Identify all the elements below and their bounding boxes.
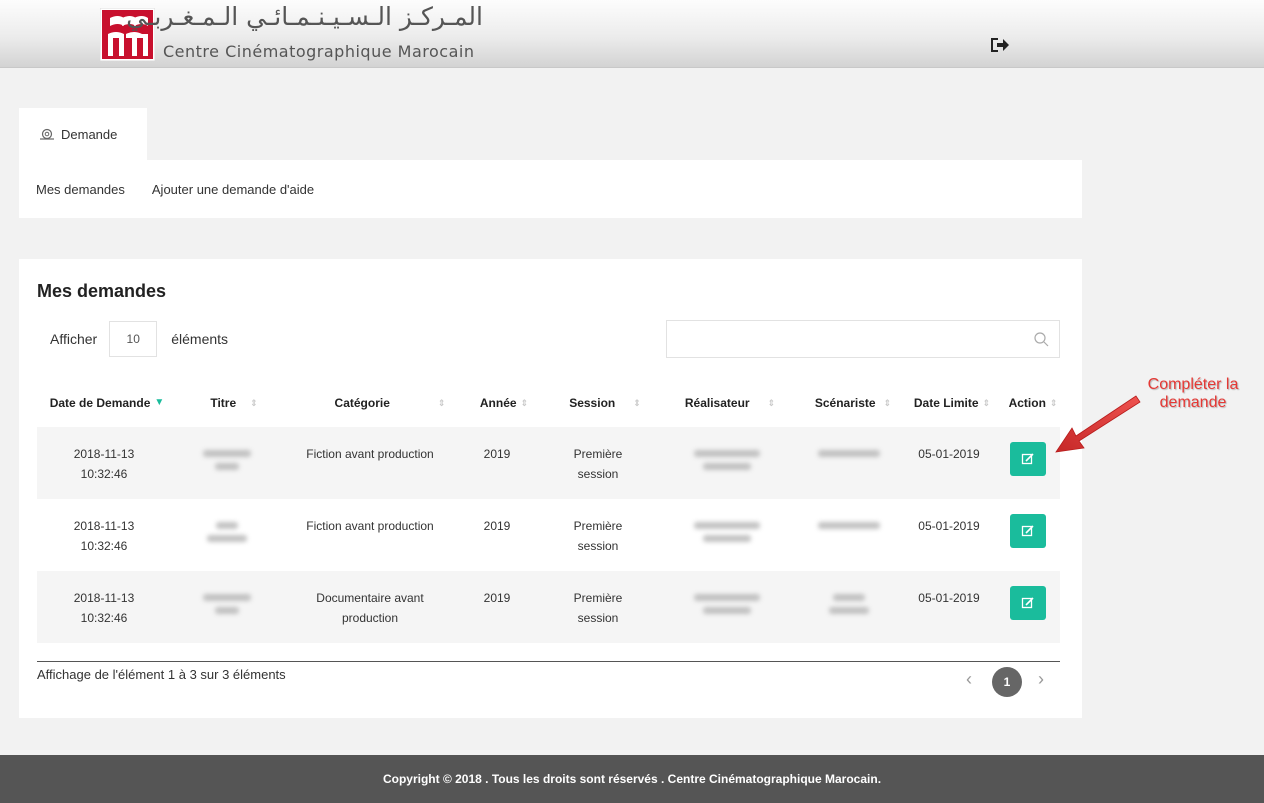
blurred-director — [677, 588, 777, 628]
search-input[interactable] — [666, 320, 1060, 358]
table-divider — [37, 661, 1060, 662]
sort-icon: ⇕ — [883, 397, 892, 408]
edit-request-button[interactable] — [1010, 586, 1046, 620]
annotation-arrow-icon — [1055, 395, 1141, 453]
cell-date: 2018-11-13 10:32:46 — [73, 447, 135, 481]
table-row: 2018-11-13 10:32:46 Fiction avant product… — [37, 499, 1060, 571]
sort-icon: ⇕ — [633, 397, 641, 408]
cell-date: 2018-11-13 10:32:46 — [73, 591, 135, 625]
blurred-director — [677, 516, 777, 556]
table-row: 2018-11-13 10:32:46 Fiction avant product… — [37, 427, 1060, 499]
column-session[interactable]: Session ⇕ — [564, 391, 646, 415]
sort-icon: ⇕ — [437, 397, 446, 408]
column-date-demande[interactable]: Date de Demande ▼ — [49, 391, 165, 415]
cell-session: Première session — [573, 591, 623, 625]
blurred-director — [677, 444, 777, 484]
show-suffix: éléments — [171, 331, 229, 347]
edit-request-button[interactable] — [1010, 442, 1046, 476]
cell-category: Documentaire avant production — [316, 591, 424, 625]
table-row: 2018-11-13 10:32:46 Documentaire avant pro… — [37, 571, 1060, 643]
page-length-select[interactable]: 10 — [109, 321, 158, 357]
cell-date: 2018-11-13 10:32:46 — [73, 519, 135, 553]
table-info: Affichage de l'élément 1 à 3 sur 3 éléme… — [37, 667, 286, 682]
cell-session: Première session — [573, 519, 623, 553]
tab-label: Demande — [61, 126, 118, 142]
blurred-title — [187, 588, 267, 628]
requests-card: Mes demandes Afficher 10 éléments Date d… — [19, 259, 1082, 718]
cell-deadline: 05-01-2019 — [918, 519, 980, 533]
sub-navigation: Mes demandes Ajouter une demande d'aide — [19, 160, 1082, 218]
cell-deadline: 05-01-2019 — [918, 591, 980, 605]
edit-request-button[interactable] — [1010, 514, 1046, 548]
blurred-writer — [799, 588, 899, 628]
sort-desc-icon: ▼ — [154, 397, 165, 408]
folder-gear-icon — [40, 128, 54, 140]
tab-demande[interactable]: Demande — [19, 108, 147, 160]
column-categorie[interactable]: Catégorie ⇕ — [314, 391, 466, 415]
cell-year: 2019 — [483, 591, 511, 605]
sort-icon: ⇕ — [250, 397, 258, 408]
edit-icon — [1021, 525, 1034, 537]
blurred-title — [187, 516, 267, 556]
page-length-control: Afficher 10 éléments — [50, 321, 228, 357]
sort-icon: ⇕ — [982, 397, 991, 408]
copyright-text: Copyright © 2018 . Tous les droits sont … — [382, 772, 882, 786]
cell-category: Fiction avant production — [306, 447, 434, 461]
sort-icon: ⇕ — [767, 397, 776, 408]
nav-mes-demandes[interactable]: Mes demandes — [36, 182, 125, 197]
search-icon — [1034, 332, 1049, 347]
app-header: المـركـز الـسـيـنـمـائـي الـمـغـربـي Cen… — [0, 0, 1264, 68]
nav-ajouter-demande[interactable]: Ajouter une demande d'aide — [152, 182, 314, 197]
logo-french-text: Centre Cinématographique Marocain — [163, 42, 475, 61]
blurred-writer — [799, 444, 899, 484]
sign-out-icon[interactable] — [990, 35, 1010, 55]
cell-session: Première session — [573, 447, 623, 481]
column-date-limite[interactable]: Date Limite ⇕ — [909, 391, 995, 415]
footer: Copyright © 2018 . Tous les droits sont … — [0, 755, 1264, 803]
column-titre[interactable]: Titre ⇕ — [195, 391, 273, 415]
edit-icon — [1021, 453, 1034, 465]
cell-deadline: 05-01-2019 — [918, 447, 980, 461]
column-annee[interactable]: Année ⇕ — [478, 391, 530, 415]
page-title: Mes demandes — [37, 281, 167, 301]
edit-icon — [1021, 597, 1034, 609]
logo-arabic-text: المـركـز الـسـيـنـمـائـي الـمـغـربـي — [126, 2, 483, 31]
cell-year: 2019 — [483, 447, 511, 461]
column-realisateur[interactable]: Réalisateur ⇕ — [679, 391, 781, 415]
show-label: Afficher — [50, 331, 98, 347]
pagination-next-button[interactable]: › — [1038, 669, 1044, 690]
cell-category: Fiction avant production — [306, 519, 434, 533]
blurred-title — [187, 444, 267, 484]
sort-icon: ⇕ — [520, 397, 529, 408]
column-scenariste[interactable]: Scénariste ⇕ — [806, 391, 900, 415]
blurred-writer — [799, 516, 899, 556]
pagination-page-button[interactable]: 1 — [992, 667, 1022, 697]
cell-year: 2019 — [483, 519, 511, 533]
pagination-prev-button[interactable]: ‹ — [966, 669, 972, 690]
